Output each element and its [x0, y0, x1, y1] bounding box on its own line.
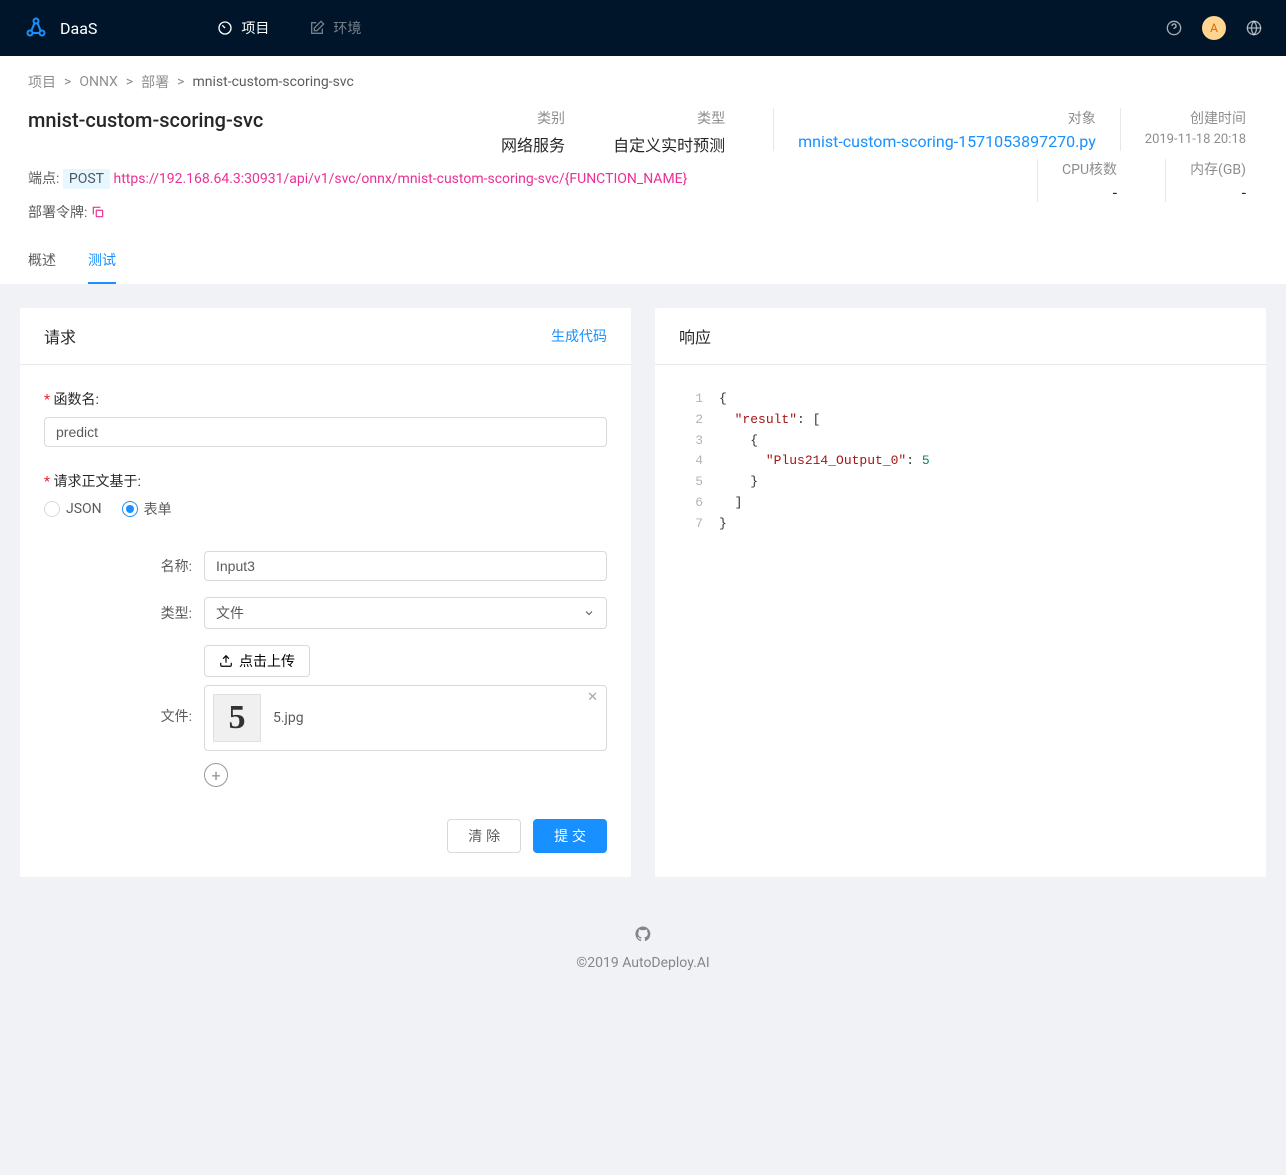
- endpoint-url[interactable]: https://192.168.64.3:30931/api/v1/svc/on…: [114, 171, 688, 187]
- generate-code-link[interactable]: 生成代码: [551, 326, 607, 346]
- body-based-label: 请求正文基于:: [44, 471, 607, 491]
- breadcrumb-item[interactable]: 部署: [141, 72, 169, 92]
- copy-icon[interactable]: [91, 205, 105, 219]
- github-icon[interactable]: [634, 925, 652, 943]
- type-label: 类型:: [104, 603, 204, 623]
- endpoint-row: 端点: POST https://192.168.64.3:30931/api/…: [28, 168, 737, 188]
- response-body: 1{ 2 "result": [ 3 { 4 "Plus214_Output_0…: [655, 365, 1266, 559]
- upload-button[interactable]: 点击上传: [204, 645, 310, 677]
- radio-json-label: JSON: [66, 501, 102, 517]
- page-header: 项目 > ONNX > 部署 > mnist-custom-scoring-sv…: [0, 56, 1286, 284]
- request-title: 请求: [44, 324, 76, 348]
- breadcrumb: 项目 > ONNX > 部署 > mnist-custom-scoring-sv…: [28, 72, 1258, 92]
- category-value: 网络服务: [501, 132, 565, 156]
- breadcrumb-current: mnist-custom-scoring-svc: [192, 74, 353, 90]
- header-right: A: [1166, 16, 1262, 40]
- category-label: 类别: [501, 108, 565, 128]
- token-label: 部署令牌:: [28, 202, 87, 222]
- submit-button[interactable]: 提 交: [533, 819, 607, 853]
- response-title: 响应: [679, 324, 711, 348]
- file-close-icon[interactable]: ✕: [587, 690, 598, 705]
- tab-overview[interactable]: 概述: [28, 238, 56, 284]
- radio-form-circle: [122, 501, 138, 517]
- created-value: 2019-11-18 20:18: [1145, 132, 1246, 147]
- nav-items: 项目 环境: [217, 18, 1166, 38]
- chevron-down-icon: [583, 607, 595, 619]
- name-input[interactable]: [204, 551, 607, 581]
- file-card: 5 5.jpg ✕: [204, 685, 607, 751]
- response-panel: 响应 1{ 2 "result": [ 3 { 4 "Plus214_Outpu…: [655, 308, 1266, 877]
- nav-projects-label: 项目: [241, 18, 269, 38]
- breadcrumb-sep: >: [64, 74, 71, 90]
- help-icon[interactable]: [1166, 20, 1182, 36]
- file-label: 文件:: [104, 706, 204, 726]
- add-button[interactable]: +: [204, 763, 228, 787]
- upload-text: 点击上传: [239, 651, 295, 671]
- globe-icon[interactable]: [1246, 20, 1262, 36]
- type-select[interactable]: 文件: [204, 597, 607, 629]
- nav-environments-label: 环境: [333, 18, 361, 38]
- type-value: 自定义实时预测: [613, 132, 725, 156]
- function-name-input[interactable]: [44, 417, 607, 447]
- dashboard-icon: [217, 20, 233, 36]
- method-badge: POST: [63, 169, 110, 189]
- created-label: 创建时间: [1145, 108, 1246, 128]
- upload-icon: [219, 654, 233, 668]
- memory-value: -: [1190, 183, 1246, 202]
- nav-projects[interactable]: 项目: [217, 18, 269, 38]
- top-header: DaaS 项目 环境 A: [0, 0, 1286, 56]
- endpoint-label: 端点:: [28, 171, 59, 187]
- cpu-value: -: [1062, 183, 1117, 202]
- nav-environments[interactable]: 环境: [309, 18, 361, 38]
- avatar-letter: A: [1210, 21, 1218, 35]
- radio-json[interactable]: JSON: [44, 499, 102, 519]
- avatar[interactable]: A: [1202, 16, 1226, 40]
- page-title: mnist-custom-scoring-svc: [28, 108, 263, 132]
- object-value[interactable]: mnist-custom-scoring-1571053897270.py: [798, 132, 1096, 151]
- edit-icon: [309, 20, 325, 36]
- radio-form[interactable]: 表单: [122, 499, 172, 519]
- cpu-label: CPU核数: [1062, 159, 1117, 179]
- footer: ©2019 AutoDeploy.AI: [0, 901, 1286, 1019]
- memory-label: 内存(GB): [1190, 159, 1246, 179]
- request-panel: 请求 生成代码 函数名: 请求正文基于: JSON 表单: [20, 308, 631, 877]
- breadcrumb-sep: >: [177, 74, 184, 90]
- name-label: 名称:: [104, 556, 204, 576]
- radio-json-circle: [44, 501, 60, 517]
- breadcrumb-item[interactable]: ONNX: [79, 74, 118, 90]
- object-label: 对象: [798, 108, 1096, 128]
- file-name: 5.jpg: [273, 710, 304, 726]
- file-thumb: 5: [213, 694, 261, 742]
- clear-button[interactable]: 清 除: [447, 819, 521, 853]
- main-content: 请求 生成代码 函数名: 请求正文基于: JSON 表单: [0, 284, 1286, 901]
- type-select-value: 文件: [216, 603, 244, 623]
- logo-icon: [24, 16, 48, 40]
- token-row: 部署令牌:: [28, 202, 737, 222]
- breadcrumb-sep: >: [126, 74, 133, 90]
- logo-area: DaaS: [24, 16, 97, 40]
- function-name-label: 函数名:: [44, 389, 607, 409]
- radio-form-label: 表单: [144, 499, 172, 519]
- breadcrumb-item[interactable]: 项目: [28, 72, 56, 92]
- brand-text: DaaS: [60, 19, 97, 38]
- tabs: 概述 测试: [28, 238, 1258, 284]
- tab-test[interactable]: 测试: [88, 238, 116, 284]
- type-label: 类型: [613, 108, 725, 128]
- copyright: ©2019 AutoDeploy.AI: [0, 955, 1286, 971]
